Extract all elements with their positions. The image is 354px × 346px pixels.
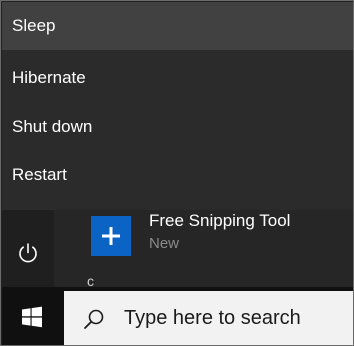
start-button[interactable] <box>2 287 62 345</box>
start-left-rail <box>2 210 54 287</box>
partial-list-letter: c <box>87 273 94 289</box>
power-options-menu: Sleep Hibernate Shut down Restart <box>2 2 353 210</box>
menu-item-shut-down[interactable]: Shut down <box>2 103 353 151</box>
menu-item-hibernate[interactable]: Hibernate <box>2 54 353 102</box>
plus-icon <box>102 227 120 245</box>
new-badge: New <box>149 235 180 252</box>
app-list: Free Snipping Tool New c <box>54 210 353 289</box>
menu-item-sleep[interactable]: Sleep <box>2 2 353 50</box>
app-name[interactable]: Free Snipping Tool <box>149 210 290 232</box>
start-menu-screenshot: Sleep Hibernate Shut down Restart Free S… <box>0 0 354 346</box>
menu-item-restart[interactable]: Restart <box>2 151 353 199</box>
power-icon <box>19 243 37 263</box>
taskbar: Type here to search <box>2 287 353 345</box>
search-icon <box>82 306 108 332</box>
power-button[interactable] <box>10 235 46 271</box>
search-placeholder: Type here to search <box>124 307 301 329</box>
search-box[interactable]: Type here to search <box>64 291 353 345</box>
windows-logo-icon <box>22 306 42 327</box>
app-tile-free-snipping-tool[interactable] <box>91 216 131 256</box>
